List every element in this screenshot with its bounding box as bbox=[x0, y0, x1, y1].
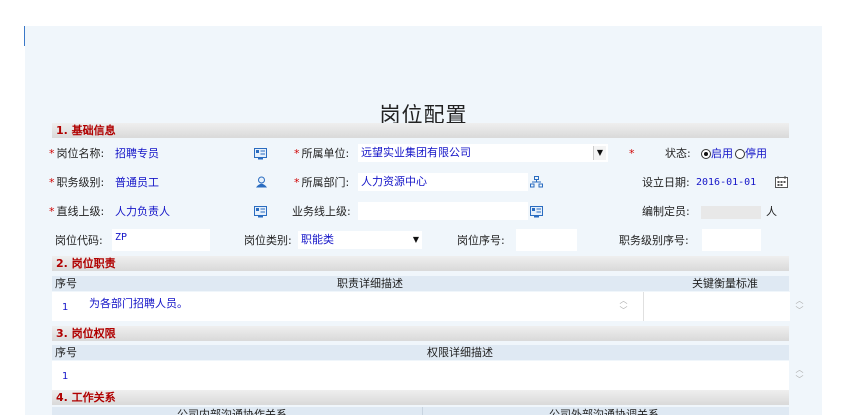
status-disabled-label: 停用 bbox=[745, 147, 767, 160]
unit-label: * 所属单位: bbox=[294, 147, 350, 160]
contact-card-icon[interactable] bbox=[530, 206, 543, 218]
calendar-icon[interactable] bbox=[775, 176, 788, 188]
col-header-no: 序号 bbox=[55, 346, 77, 359]
authority-desc-textarea[interactable] bbox=[87, 361, 787, 390]
business-superior-label: 业务线上级: bbox=[292, 205, 351, 218]
key-standard-textarea[interactable] bbox=[643, 292, 790, 321]
row-number: 1 bbox=[62, 302, 69, 313]
status-label: 状态: bbox=[665, 147, 691, 160]
duty-table-header: 序号 职责详细描述 关键衡量标准 bbox=[52, 276, 789, 291]
status-disabled-radio[interactable] bbox=[735, 149, 745, 159]
col-header-key-standard: 关键衡量标准 bbox=[692, 277, 758, 290]
status-enabled-label: 启用 bbox=[711, 147, 733, 160]
scroll-arrows-icon[interactable]: ︿ ﹀ bbox=[619, 296, 628, 318]
col-header-external: 公司外部沟通协调关系 bbox=[549, 408, 659, 415]
col-header-authority-desc: 权限详细描述 bbox=[427, 346, 493, 359]
setup-date-label: 设立日期: bbox=[642, 176, 690, 189]
scroll-arrows-icon[interactable]: ︿ ﹀ bbox=[795, 296, 804, 318]
position-config-panel: 岗位配置 1. 基础信息 * 岗位名称: 招聘专员 * 所属单位: 远望实业集团有限… bbox=[25, 26, 822, 415]
position-code-field[interactable]: ZP bbox=[112, 229, 210, 251]
section-header-duty: 2. 岗位职责 bbox=[52, 256, 789, 271]
table-row: 1 ︿ ﹀ bbox=[52, 361, 804, 390]
person-icon[interactable] bbox=[255, 176, 268, 188]
section-header-authority: 3. 岗位权限 bbox=[52, 326, 789, 341]
position-seq-label: 岗位序号: bbox=[457, 234, 505, 247]
position-seq-field[interactable] bbox=[516, 229, 577, 251]
work-table-header: 公司内部沟通协作关系 公司外部沟通协调关系 bbox=[52, 407, 789, 415]
section-header-work: 4. 工作关系 bbox=[52, 390, 789, 405]
contact-card-icon[interactable] bbox=[254, 148, 267, 160]
duty-desc-text: 为各部门招聘人员。 bbox=[89, 297, 188, 310]
contact-card-icon[interactable] bbox=[254, 206, 267, 218]
authority-table-header: 序号 权限详细描述 bbox=[52, 345, 789, 360]
col-header-no: 序号 bbox=[55, 277, 77, 290]
chevron-down-icon[interactable]: ▼ bbox=[410, 233, 422, 247]
unit-select[interactable]: 远望实业集团有限公司 bbox=[358, 144, 608, 162]
business-superior-field[interactable] bbox=[358, 202, 528, 220]
scroll-arrows-icon[interactable]: ︿ ﹀ bbox=[795, 365, 804, 387]
status-required-mark: * bbox=[629, 147, 635, 160]
chevron-down-icon[interactable]: ▼ bbox=[593, 146, 606, 160]
position-type-select[interactable]: 职能类 bbox=[298, 231, 422, 249]
department-label: * 所属部门: bbox=[294, 176, 350, 189]
org-chart-icon[interactable] bbox=[530, 176, 543, 188]
status-radio-group: 启用 停用 bbox=[701, 146, 767, 162]
column-divider bbox=[422, 407, 423, 415]
headcount-unit: 人 bbox=[766, 205, 777, 218]
table-row: 1 为各部门招聘人员。 ︿ ﹀ ︿ ﹀ bbox=[52, 292, 804, 321]
position-code-label: 岗位代码: bbox=[55, 234, 103, 247]
superior-field[interactable]: 人力负责人 bbox=[112, 203, 262, 221]
level-seq-label: 职务级别序号: bbox=[619, 234, 689, 247]
level-seq-field[interactable] bbox=[702, 229, 761, 251]
job-level-field[interactable]: 普通员工 bbox=[112, 174, 262, 192]
superior-label: * 直线上级: bbox=[49, 205, 105, 218]
duty-desc-textarea[interactable]: 为各部门招聘人员。 bbox=[87, 292, 637, 321]
col-header-duty-desc: 职责详细描述 bbox=[337, 277, 403, 290]
status-enabled-radio[interactable] bbox=[701, 149, 711, 159]
job-level-label: * 职务级别: bbox=[49, 176, 105, 189]
department-field[interactable]: 人力资源中心 bbox=[358, 173, 528, 191]
position-name-field[interactable]: 招聘专员 bbox=[112, 145, 262, 163]
col-header-internal: 公司内部沟通协作关系 bbox=[177, 408, 287, 415]
headcount-field[interactable] bbox=[701, 206, 761, 219]
section-header-basic: 1. 基础信息 bbox=[52, 123, 789, 138]
position-type-label: 岗位类别: bbox=[244, 234, 292, 247]
headcount-label: 编制定员: bbox=[642, 205, 690, 218]
position-name-label: * 岗位名称: bbox=[49, 147, 105, 160]
row-number: 1 bbox=[62, 371, 69, 382]
setup-date-field[interactable]: 2016-01-01 bbox=[696, 175, 756, 191]
